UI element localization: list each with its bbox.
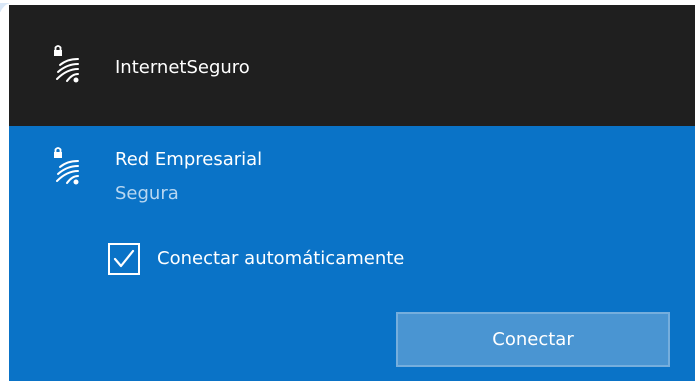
auto-connect-label: Conectar automáticamente	[157, 248, 405, 269]
network-item-red-empresarial[interactable]: Red Empresarial Segura Conectar automáti…	[9, 126, 695, 381]
connect-button[interactable]: Conectar	[396, 312, 670, 367]
network-name: Red Empresarial	[115, 149, 263, 170]
network-name: InternetSeguro	[115, 57, 250, 78]
auto-connect-checkbox[interactable]: Conectar automáticamente	[108, 240, 404, 278]
network-item-internetseguro[interactable]: InternetSeguro	[9, 5, 695, 126]
checkbox-box[interactable]	[108, 243, 140, 275]
wifi-network-list: InternetSeguro Red Empresarial Segura Co…	[9, 5, 695, 381]
secured-wifi-icon	[43, 41, 91, 89]
secured-wifi-icon	[43, 143, 91, 191]
network-security-status: Segura	[115, 183, 179, 204]
checkmark-icon	[113, 249, 135, 268]
screen: InternetSeguro Red Empresarial Segura Co…	[0, 0, 695, 381]
